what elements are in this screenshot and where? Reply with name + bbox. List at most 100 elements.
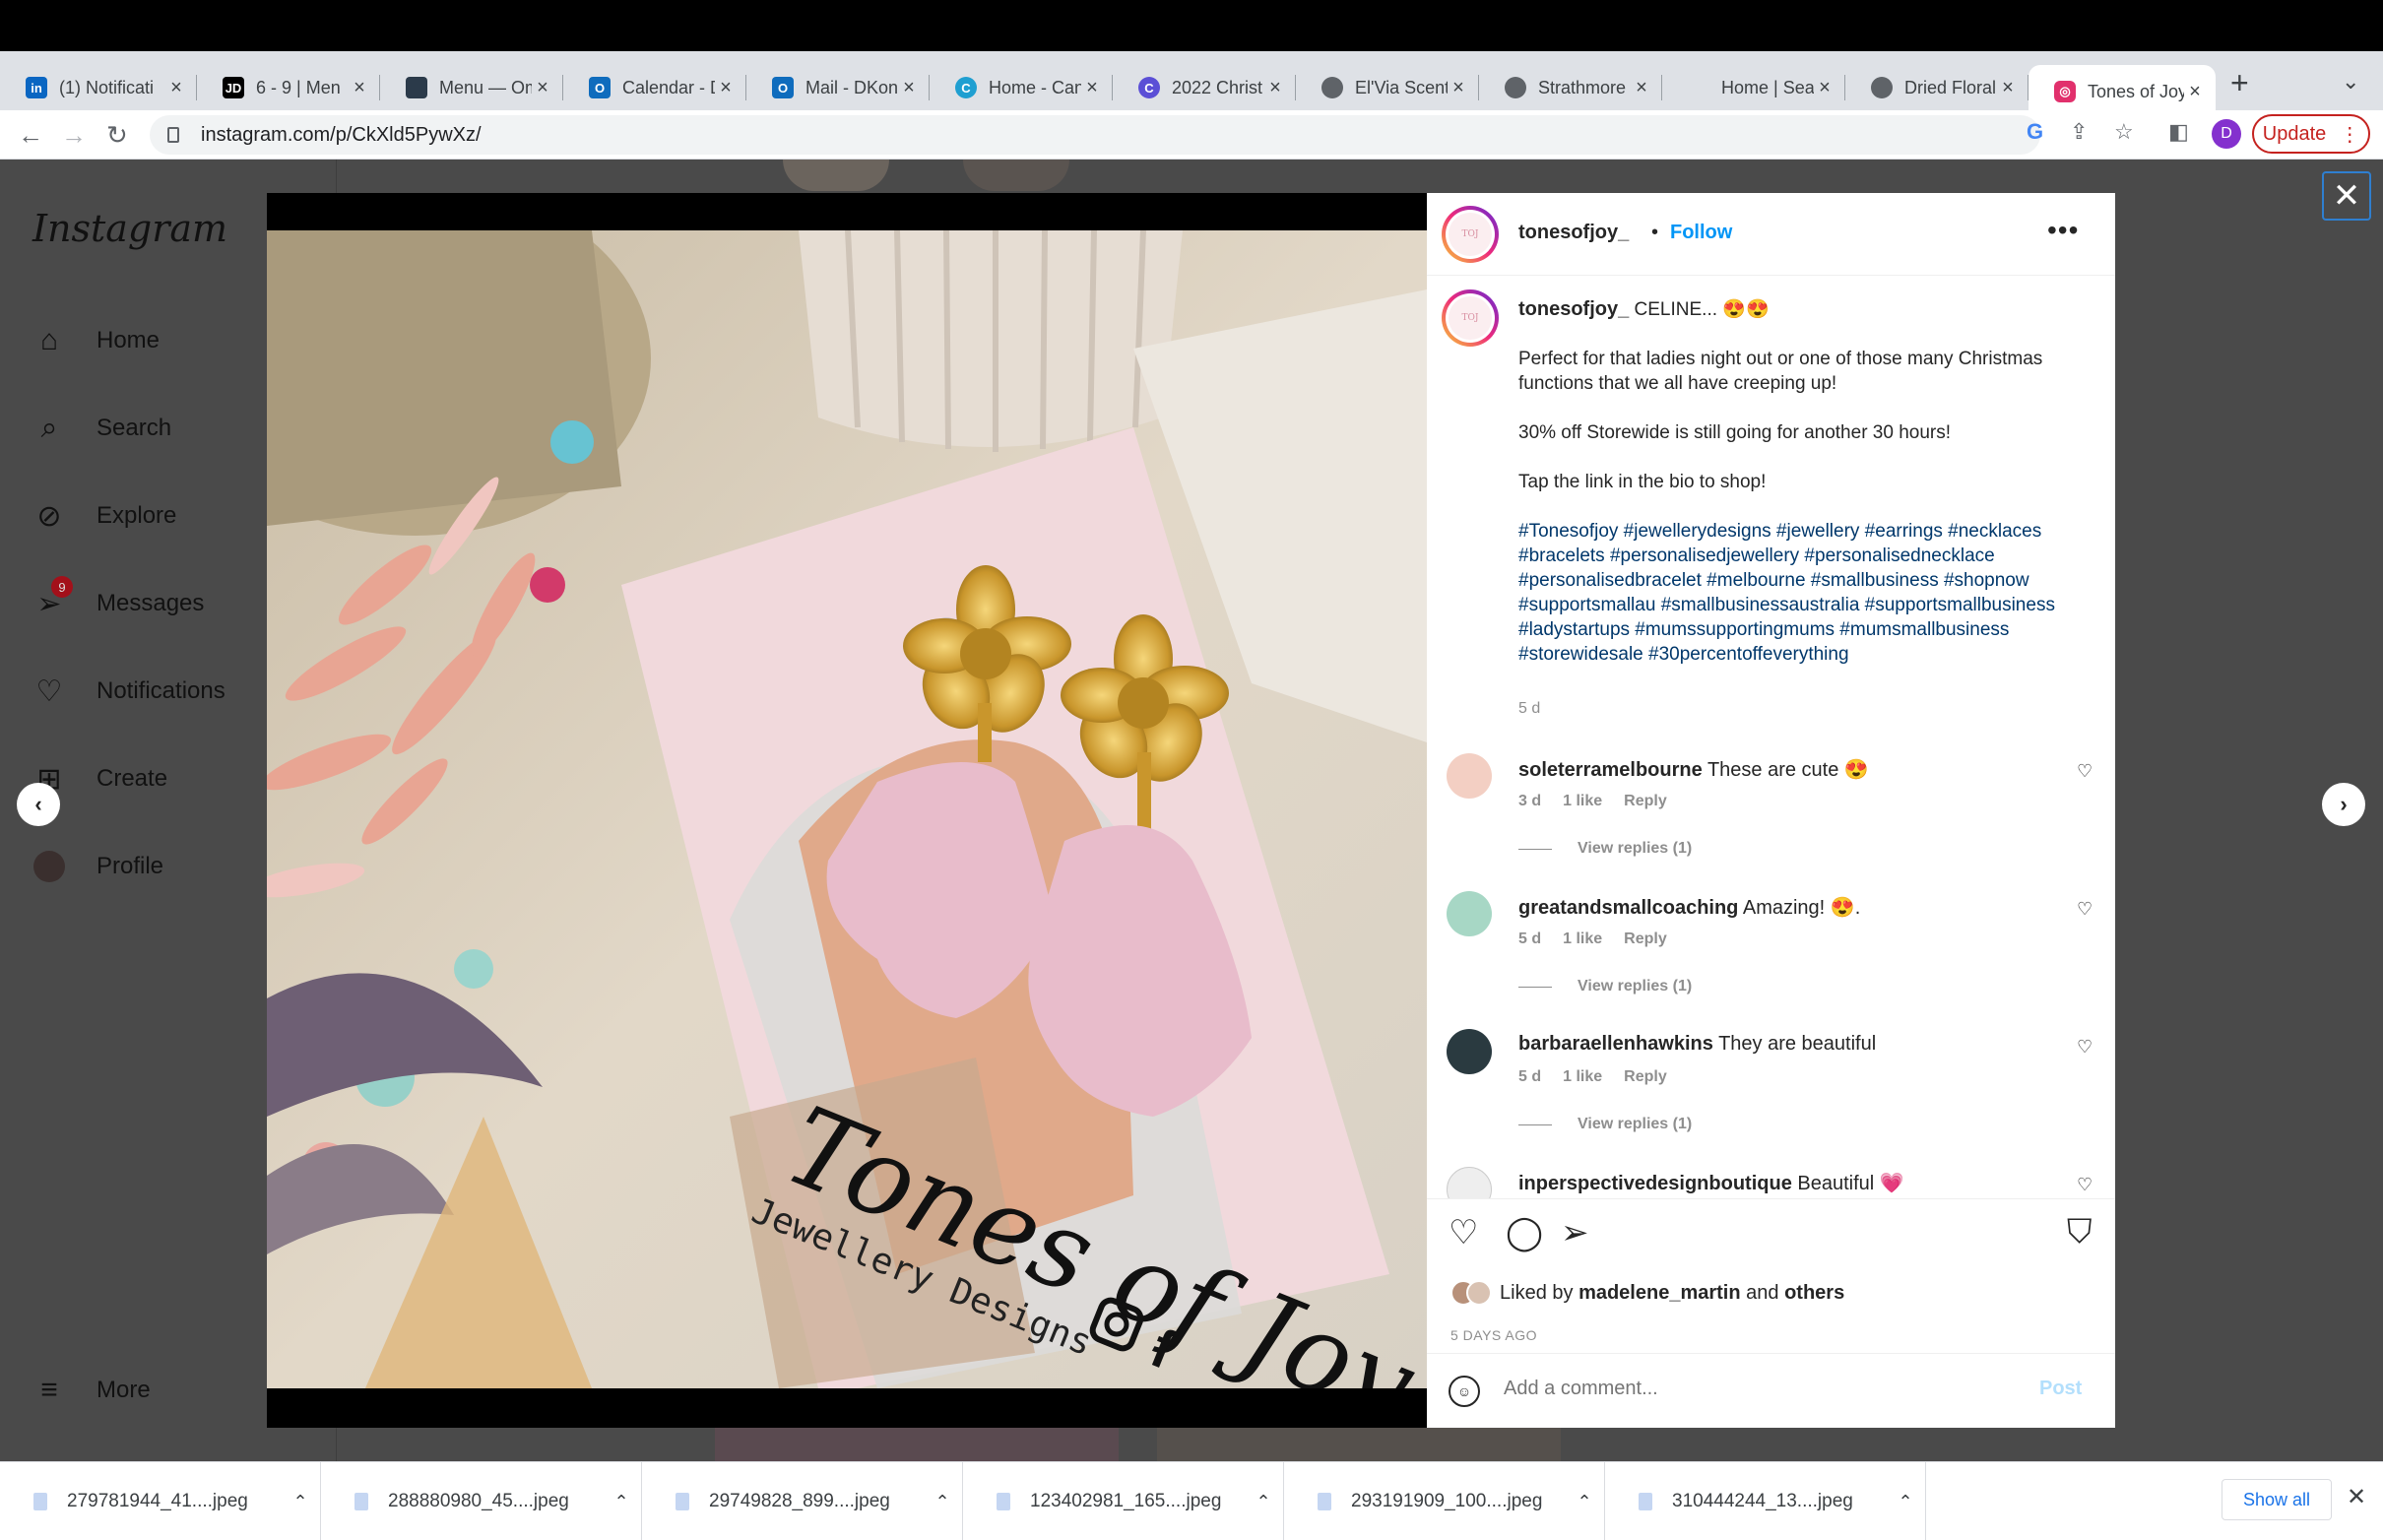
browser-tab[interactable]: Home | Sear × <box>1662 65 1845 110</box>
caption-username[interactable]: tonesofjoy_ <box>1518 298 1629 320</box>
reply-button[interactable]: Reply <box>1624 793 1667 809</box>
comment-icon[interactable]: ◯ <box>1506 1213 1543 1252</box>
instagram-logo[interactable]: Instagram <box>32 207 227 250</box>
commenter-avatar[interactable] <box>1447 753 1492 799</box>
update-button[interactable]: Update ⋮ <box>2252 114 2370 154</box>
show-all-downloads-button[interactable]: Show all <box>2222 1479 2332 1520</box>
browser-tab[interactable]: O Mail - DKon × <box>746 65 930 110</box>
back-icon[interactable]: ← <box>18 120 43 151</box>
post-timestamp[interactable]: 5 DAYS AGO <box>1450 1327 1537 1343</box>
close-icon[interactable]: × <box>532 77 553 99</box>
star-icon[interactable]: ☆ <box>2114 119 2134 145</box>
reload-icon[interactable]: ↻ <box>106 120 128 151</box>
comment-likes[interactable]: 1 like <box>1563 793 1602 809</box>
download-item[interactable]: 29749828_899....jpeg ⌃ <box>642 1462 963 1540</box>
close-icon[interactable]: × <box>1631 77 1652 99</box>
previous-post-arrow-icon[interactable]: ‹ <box>17 783 60 826</box>
close-icon[interactable]: × <box>1264 77 1286 99</box>
commenter-avatar[interactable] <box>1447 1167 1492 1198</box>
chevron-up-icon[interactable]: ⌃ <box>602 1492 641 1512</box>
nav-notifications[interactable]: ♡ Notifications <box>30 672 225 711</box>
chevron-up-icon[interactable]: ⌃ <box>1886 1492 1925 1512</box>
view-replies-button[interactable]: View replies (1) <box>1518 978 1692 995</box>
comment-like-heart-icon[interactable]: ♡ <box>2077 899 2093 920</box>
profile-avatar[interactable]: D <box>2212 119 2241 149</box>
outlook-icon: O <box>589 77 611 98</box>
side-panel-icon[interactable]: ◧ <box>2168 119 2189 145</box>
chevron-up-icon[interactable]: ⌃ <box>923 1492 962 1512</box>
nav-home[interactable]: ⌂ Home <box>30 321 160 360</box>
browser-tab[interactable]: Strathmore × <box>1479 65 1662 110</box>
comment-input[interactable] <box>1504 1378 1996 1400</box>
chevron-up-icon[interactable]: ⌃ <box>1565 1492 1604 1512</box>
browser-tab[interactable]: El'Via Scent × <box>1296 65 1479 110</box>
browser-tab[interactable]: C 2022 Christ × <box>1113 65 1296 110</box>
close-icon[interactable]: × <box>898 77 920 99</box>
download-item[interactable]: 293191909_100....jpeg ⌃ <box>1284 1462 1605 1540</box>
close-modal-icon[interactable]: ✕ <box>2322 171 2371 221</box>
emoji-icon[interactable]: ☺ <box>1449 1376 1480 1407</box>
view-replies-button[interactable]: View replies (1) <box>1518 840 1692 858</box>
follow-button[interactable]: Follow <box>1670 222 1732 244</box>
chevron-up-icon[interactable]: ⌃ <box>1244 1492 1283 1512</box>
post-photo[interactable]: Tones of Joy Jewellery Designs f <box>267 230 1427 1388</box>
nav-explore[interactable]: ⊘ Explore <box>30 496 176 536</box>
close-icon[interactable]: × <box>1814 77 1836 99</box>
caption-hashtags[interactable]: #Tonesofjoy #jewellerydesigns #jewellery… <box>1518 519 2090 667</box>
more-options-icon[interactable]: ••• <box>2047 215 2079 246</box>
close-icon[interactable]: × <box>165 77 187 99</box>
commenter-avatar[interactable] <box>1447 891 1492 936</box>
browser-tab[interactable]: Menu — Om × <box>380 65 563 110</box>
close-icon[interactable]: × <box>1448 77 1469 99</box>
download-item[interactable]: 279781944_41....jpeg ⌃ <box>0 1462 321 1540</box>
share-icon[interactable]: ⇪ <box>2070 119 2088 145</box>
download-item[interactable]: 310444244_13....jpeg ⌃ <box>1605 1462 1926 1540</box>
comment-likes[interactable]: 1 like <box>1563 1068 1602 1085</box>
author-username[interactable]: tonesofjoy_ <box>1518 222 1629 244</box>
commenter-username[interactable]: barbaraellenhawkins <box>1518 1033 1713 1055</box>
likes-others-link[interactable]: others <box>1784 1282 1844 1305</box>
browser-tab[interactable]: JD 6 - 9 | Men × <box>197 65 380 110</box>
browser-tab[interactable]: Dried Floral × <box>1845 65 2029 110</box>
comment-like-heart-icon[interactable]: ♡ <box>2077 1037 2093 1058</box>
next-post-arrow-icon[interactable]: › <box>2322 783 2365 826</box>
reply-button[interactable]: Reply <box>1624 930 1667 947</box>
commenter-username[interactable]: greatandsmallcoaching <box>1518 897 1738 919</box>
chevron-down-icon[interactable]: ⌄ <box>2342 69 2359 95</box>
commenter-username[interactable]: soleterramelbourne <box>1518 759 1703 781</box>
browser-tab[interactable]: C Home - Can × <box>930 65 1113 110</box>
commenter-avatar[interactable] <box>1447 1029 1492 1074</box>
browser-tab[interactable]: in (1) Notificati × <box>0 65 197 110</box>
chevron-up-icon[interactable]: ⌃ <box>281 1492 320 1512</box>
liker-username[interactable]: madelene_martin <box>1578 1282 1741 1305</box>
nav-messages[interactable]: ➢ 9 Messages <box>30 576 204 623</box>
download-item[interactable]: 288880980_45....jpeg ⌃ <box>321 1462 642 1540</box>
close-downloads-icon[interactable]: ✕ <box>2347 1483 2366 1511</box>
close-icon[interactable]: × <box>1081 77 1103 99</box>
close-icon[interactable]: × <box>349 77 370 99</box>
reply-button[interactable]: Reply <box>1624 1068 1667 1085</box>
comment-like-heart-icon[interactable]: ♡ <box>2077 761 2093 782</box>
url-field[interactable]: instagram.com/p/CkXld5PywXz/ <box>150 115 2040 155</box>
caption-author-avatar[interactable]: TOJ <box>1442 289 1499 347</box>
download-item[interactable]: 123402981_165....jpeg ⌃ <box>963 1462 1284 1540</box>
new-tab-icon[interactable]: + <box>2230 65 2249 101</box>
share-paper-plane-icon[interactable]: ➢ <box>1561 1213 1589 1252</box>
like-heart-icon[interactable]: ♡ <box>1449 1213 1478 1252</box>
post-comment-button[interactable]: Post <box>2039 1378 2082 1400</box>
commenter-username[interactable]: inperspectivedesignboutique <box>1518 1173 1792 1194</box>
comment-like-heart-icon[interactable]: ♡ <box>2077 1175 2093 1195</box>
close-icon[interactable]: × <box>2184 81 2206 103</box>
forward-icon[interactable]: → <box>61 120 87 151</box>
nav-profile[interactable]: Profile <box>30 847 163 886</box>
close-icon[interactable]: × <box>715 77 737 99</box>
nav-more[interactable]: ≡ More <box>30 1371 150 1410</box>
google-lens-icon[interactable]: G <box>2027 119 2043 145</box>
comment-likes[interactable]: 1 like <box>1563 930 1602 947</box>
author-avatar[interactable]: TOJ <box>1442 206 1499 263</box>
close-icon[interactable]: × <box>1997 77 2019 99</box>
browser-tab[interactable]: O Calendar - D × <box>563 65 746 110</box>
nav-search[interactable]: ⌕ Search <box>30 409 171 448</box>
bookmark-icon[interactable]: ⛉ <box>2067 1213 2093 1251</box>
view-replies-button[interactable]: View replies (1) <box>1518 1116 1692 1133</box>
